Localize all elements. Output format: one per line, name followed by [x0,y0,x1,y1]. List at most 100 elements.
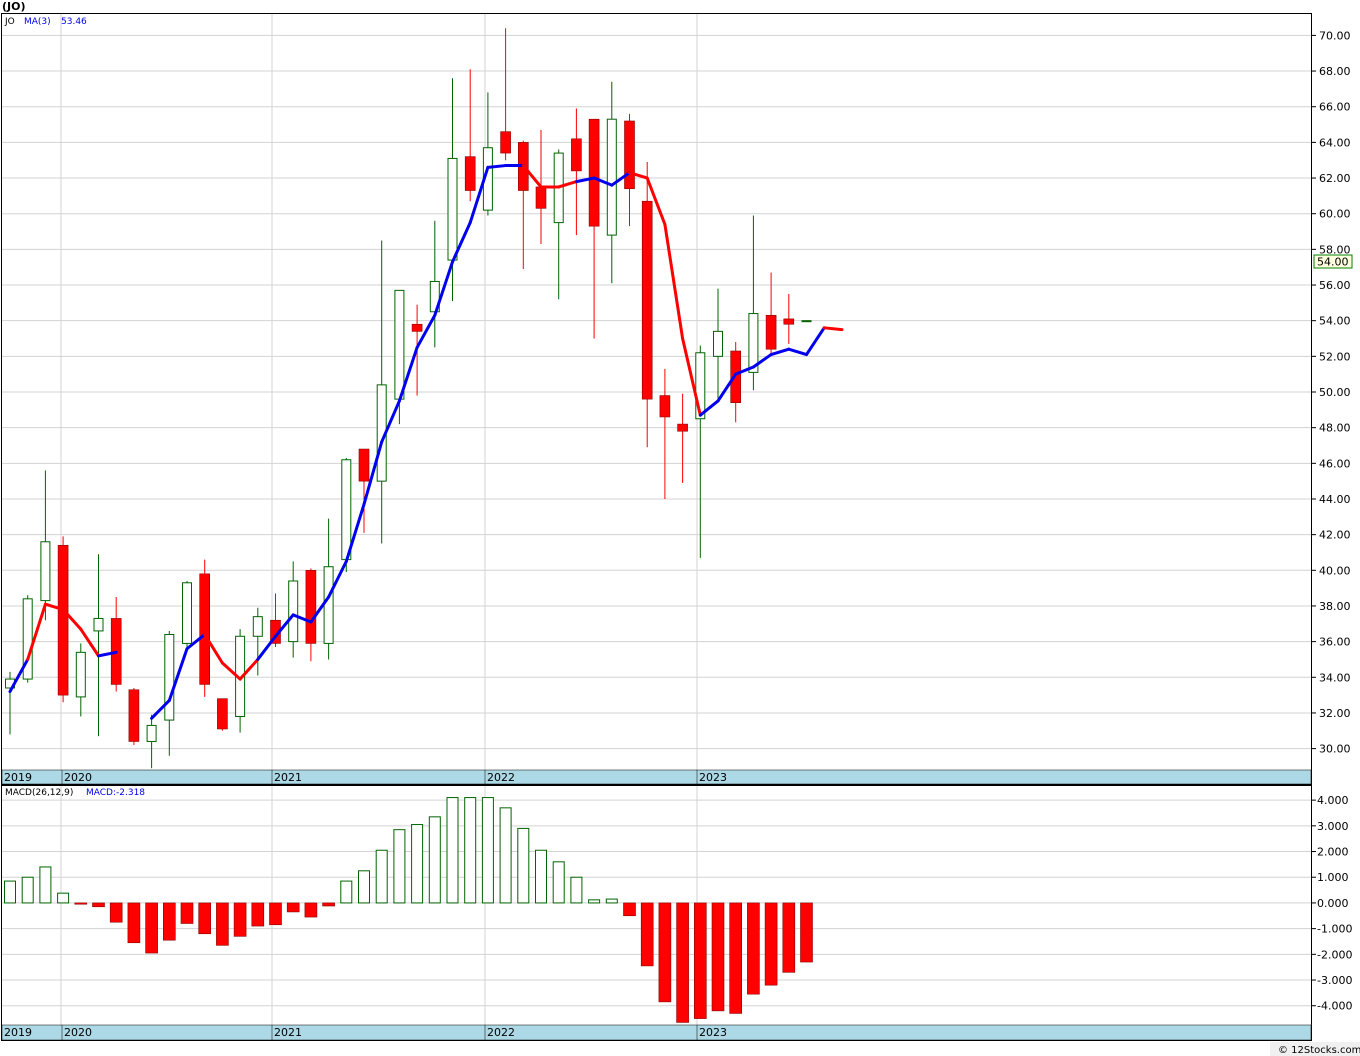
price-y-tick-label: 48.00 [1319,422,1351,435]
candle-body-down [358,448,370,482]
candle-body-down [305,570,317,644]
candle-body-up [323,566,334,644]
macd-bar-down [109,902,123,923]
candle-body-up [394,289,405,400]
macd-x-axis-band [1,1024,1312,1041]
candle-body-down [588,118,600,227]
macd-y-tick-label: -1.000 [1317,923,1352,936]
macd-bar-down [640,902,654,967]
candle-body-down [411,323,423,332]
price-y-tick-label: 46.00 [1319,457,1351,470]
macd-bar-down [92,902,105,908]
macd-bar-down [658,902,672,1003]
candle-body-up [182,582,192,644]
macd-bar-up [358,870,370,904]
macd-y-tick-label: -3.000 [1317,974,1352,987]
macd-bar-down [623,902,636,917]
ma-segment [256,634,277,661]
macd-bar-down [729,902,743,1014]
candle-body-up [447,157,458,261]
price-y-tick-label: 68.00 [1319,65,1351,78]
candle-body-down [659,395,671,418]
macd-y-tick-label: 4.000 [1317,794,1349,807]
macd-bar-down [676,902,689,1023]
macd-y-tick-label: 1.000 [1317,871,1349,884]
candle-body-up [252,616,263,637]
candle-body-down [783,318,795,325]
ma-segment [663,222,685,341]
price-y-tick-label: 42.00 [1319,529,1351,542]
macd-x-tick-label: 2022 [487,1026,515,1039]
macd-y-tick-label: 0.000 [1317,897,1349,910]
macd-legend-value: MACD:-2.318 [86,788,145,798]
price-legend-ma-value: 53.46 [61,17,87,27]
price-y-tick-label: 64.00 [1319,136,1351,149]
price-legend-symbol: JO [4,17,15,27]
price-y-tick-label: 44.00 [1319,493,1351,506]
price-y-tick-label: 70.00 [1319,29,1351,42]
macd-bar-up [428,816,441,904]
macd-bar-down [216,902,229,946]
macd-bar-up [340,880,353,904]
macd-bar-up [446,797,459,904]
macd-x-tick-label: 2023 [699,1026,727,1039]
price-x-tick-label: 2022 [487,771,515,784]
macd-bar-down [74,902,88,905]
macd-bar-up [4,880,16,904]
candle-body-up [146,724,157,742]
macd-bar-down [233,902,247,937]
price-candles [5,28,812,769]
price-x-axis-band [1,769,1312,785]
price-y-tick-label: 38.00 [1319,600,1351,613]
macd-bar-down [711,902,725,1012]
candle-body-up [713,330,723,357]
candle-body-down [199,573,210,685]
candle-body-down [571,138,582,172]
candle-body-down [677,423,688,432]
price-y-tick-label: 58.00 [1319,243,1351,256]
macd-y-tick-label: 2.000 [1317,846,1349,859]
macd-grid [2,786,1311,1025]
price-y-tick-label: 40.00 [1319,564,1351,577]
macd-bar-up [588,899,601,904]
macd-bar-down [304,902,318,918]
candle-body-up [40,541,51,602]
macd-bar-down [127,902,141,944]
candle-body-down [57,545,69,696]
macd-x-tick-label: 2021 [274,1026,302,1039]
price-y-tick-label: 62.00 [1319,172,1351,185]
candle-body-down [765,315,777,350]
macd-y-tick-label: 3.000 [1317,820,1349,833]
macd-bar-down [269,902,282,926]
macd-bar-up [535,849,547,904]
macd-bar-up [39,866,52,904]
macd-bar-up [375,849,388,904]
price-panel-frame [1,13,1312,785]
macd-x-tick-label: 2020 [64,1026,92,1039]
macd-bar-up [517,827,530,904]
macd-bar-up [464,797,477,904]
ma-segment [486,164,508,169]
price-ma-line [8,164,844,720]
price-y-tick-label: 60.00 [1319,208,1351,221]
chart-title: (JO) [2,0,26,13]
price-y-tick-label: 30.00 [1319,743,1351,756]
macd-bar-down [764,902,778,986]
candle-body-up [801,320,812,323]
price-y-tick-label: 36.00 [1319,636,1351,649]
macd-x-tick-label: 2019 [4,1026,32,1039]
price-x-tick-label: 2021 [274,771,302,784]
macd-bar-up [481,797,494,904]
price-x-tick-label: 2020 [64,771,92,784]
macd-bar-up [499,807,512,904]
ma-segment [769,347,791,357]
macd-bar-down [286,902,300,913]
price-y-tick-label: 66.00 [1319,101,1351,114]
ma-segment [787,347,808,357]
macd-bar-down [322,902,335,907]
candle-body-down [500,131,511,154]
price-y-tick-label: 50.00 [1319,386,1351,399]
candle-body-up [341,459,352,561]
macd-bar-down [198,902,211,935]
price-y-tick-label: 34.00 [1319,671,1351,684]
